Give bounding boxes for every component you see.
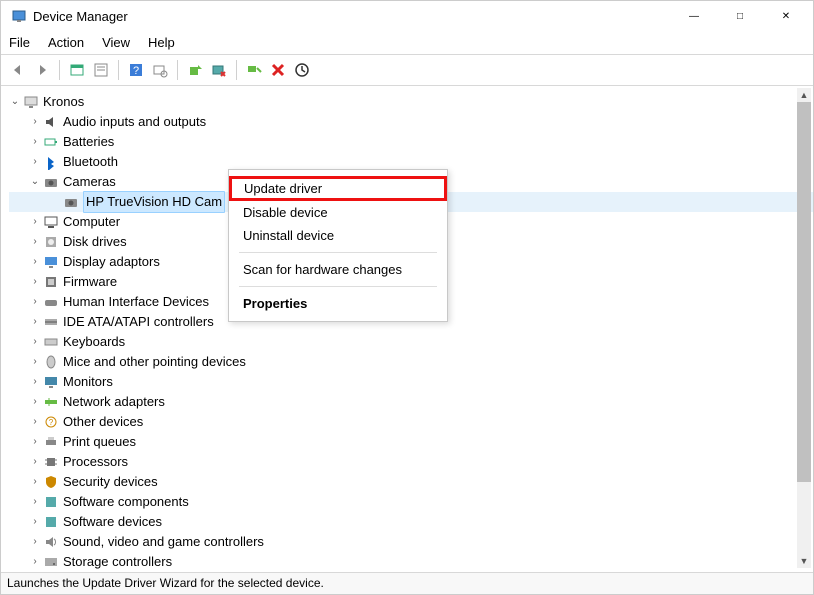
- minimize-button[interactable]: —: [671, 1, 717, 31]
- toolbar: ?: [1, 55, 813, 86]
- tree-item[interactable]: ›Keyboards: [9, 332, 813, 352]
- menu-item[interactable]: Properties: [229, 292, 447, 315]
- expand-icon[interactable]: ›: [29, 552, 41, 571]
- titlebar: Device Manager — □ ✕: [1, 1, 813, 31]
- collapse-icon[interactable]: ⌄: [9, 92, 21, 112]
- menu-file[interactable]: File: [9, 35, 30, 50]
- expand-icon[interactable]: ›: [29, 212, 41, 232]
- app-icon: [11, 8, 27, 24]
- expand-icon[interactable]: ›: [29, 412, 41, 432]
- update-driver-button[interactable]: [184, 59, 206, 81]
- tree-item[interactable]: ›Network adapters: [9, 392, 813, 412]
- scroll-thumb[interactable]: [797, 102, 811, 482]
- show-hidden-button[interactable]: [66, 59, 88, 81]
- expand-icon[interactable]: ⌄: [29, 172, 41, 192]
- expand-icon[interactable]: ›: [29, 332, 41, 352]
- menu-item[interactable]: Uninstall device: [229, 224, 447, 247]
- tree-item[interactable]: ›Software devices: [9, 512, 813, 532]
- expand-icon[interactable]: ›: [29, 392, 41, 412]
- menu-action[interactable]: Action: [48, 35, 84, 50]
- expand-icon[interactable]: ›: [29, 452, 41, 472]
- back-button[interactable]: [7, 59, 29, 81]
- expand-icon[interactable]: ›: [29, 312, 41, 332]
- help-button[interactable]: ?: [125, 59, 147, 81]
- uninstall-button[interactable]: [267, 59, 289, 81]
- expand-icon[interactable]: ›: [29, 152, 41, 172]
- tree-item[interactable]: ›Security devices: [9, 472, 813, 492]
- tree-item[interactable]: ›Monitors: [9, 372, 813, 392]
- expand-icon[interactable]: ›: [29, 432, 41, 452]
- device-tree-container: ⌄Kronos›Audio inputs and outputs›Batteri…: [1, 86, 813, 571]
- tree-item[interactable]: ›Batteries: [9, 132, 813, 152]
- window-title: Device Manager: [33, 9, 671, 24]
- tree-item[interactable]: ›Storage controllers: [9, 552, 813, 571]
- expand-icon[interactable]: ›: [29, 352, 41, 372]
- menu-view[interactable]: View: [102, 35, 130, 50]
- tree-item[interactable]: ›Mice and other pointing devices: [9, 352, 813, 372]
- tree-item[interactable]: ›Print queues: [9, 432, 813, 452]
- expand-icon[interactable]: ›: [29, 252, 41, 272]
- disable-button[interactable]: [208, 59, 230, 81]
- menu-item[interactable]: Disable device: [229, 201, 447, 224]
- menu-item[interactable]: Scan for hardware changes: [229, 258, 447, 281]
- enable-button[interactable]: [243, 59, 265, 81]
- tree-item[interactable]: ›?Other devices: [9, 412, 813, 432]
- forward-button[interactable]: [31, 59, 53, 81]
- expand-icon[interactable]: ›: [29, 472, 41, 492]
- expand-icon[interactable]: ›: [29, 492, 41, 512]
- expand-icon[interactable]: ›: [29, 232, 41, 252]
- properties-button[interactable]: [90, 59, 112, 81]
- status-bar: Launches the Update Driver Wizard for th…: [1, 572, 813, 594]
- close-button[interactable]: ✕: [763, 1, 809, 31]
- expand-icon[interactable]: ›: [29, 132, 41, 152]
- tree-item[interactable]: ›Sound, video and game controllers: [9, 532, 813, 552]
- menu-separator: [239, 252, 437, 253]
- scrollbar[interactable]: ▲ ▼: [797, 88, 811, 568]
- scroll-down-icon[interactable]: ▼: [797, 554, 811, 568]
- expand-icon[interactable]: ›: [29, 292, 41, 312]
- tree-root[interactable]: ⌄Kronos: [9, 92, 813, 112]
- device-tree[interactable]: ⌄Kronos›Audio inputs and outputs›Batteri…: [1, 86, 813, 571]
- scroll-up-icon[interactable]: ▲: [797, 88, 811, 102]
- context-menu: Update driverDisable deviceUninstall dev…: [228, 169, 448, 322]
- tree-item[interactable]: ›Audio inputs and outputs: [9, 112, 813, 132]
- tree-item[interactable]: ›Software components: [9, 492, 813, 512]
- menu-item[interactable]: Update driver: [229, 176, 447, 201]
- tree-item[interactable]: ›Processors: [9, 452, 813, 472]
- expand-icon[interactable]: ›: [29, 532, 41, 552]
- expand-icon[interactable]: ›: [29, 112, 41, 132]
- expand-icon[interactable]: ›: [29, 512, 41, 532]
- svg-text:?: ?: [49, 418, 54, 427]
- svg-text:?: ?: [133, 65, 139, 77]
- menubar: File Action View Help: [1, 31, 813, 55]
- menu-separator: [239, 286, 437, 287]
- maximize-button[interactable]: □: [717, 1, 763, 31]
- expand-icon[interactable]: ›: [29, 272, 41, 292]
- menu-help[interactable]: Help: [148, 35, 175, 50]
- expand-icon[interactable]: ›: [29, 372, 41, 392]
- refresh-button[interactable]: [291, 59, 313, 81]
- scan-button[interactable]: [149, 59, 171, 81]
